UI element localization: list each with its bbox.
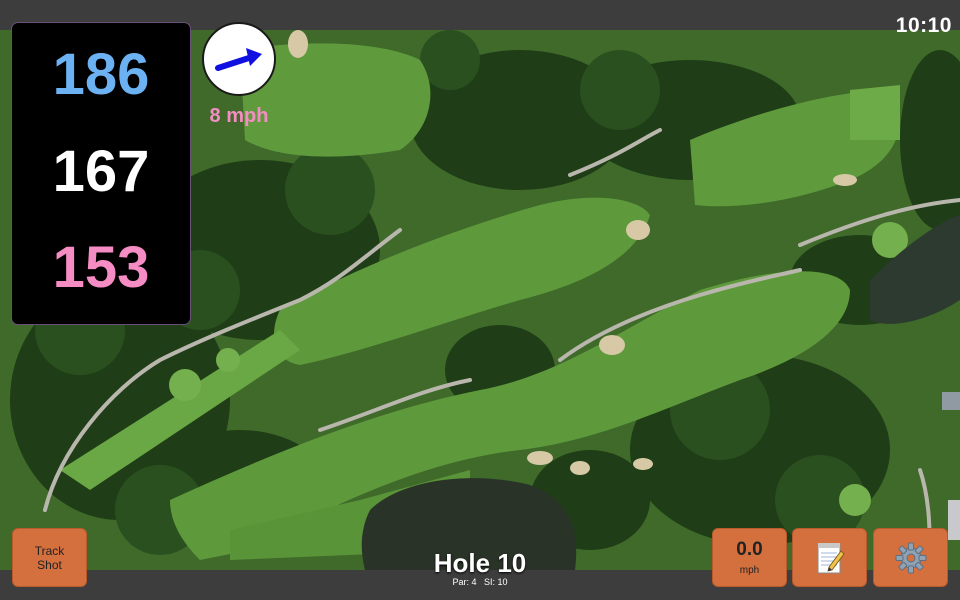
- hole-title: Hole 10: [433, 548, 527, 578]
- notes-button[interactable]: [792, 528, 867, 587]
- gear-icon: [895, 542, 926, 573]
- track-shot-label-line2: Shot: [37, 557, 62, 572]
- distance-panel: 186 167 153: [11, 22, 191, 325]
- speed-unit: mph: [739, 565, 760, 576]
- si-label: SI: 10: [484, 577, 508, 587]
- clock: 10:10: [895, 14, 952, 37]
- hole-info: Par: 4 SI: 10: [380, 577, 580, 587]
- distance-front: 153: [52, 235, 150, 300]
- settings-button[interactable]: [873, 528, 948, 587]
- track-shot-label-line1: Track: [34, 543, 65, 558]
- wind-speed-label: 8 mph: [209, 105, 269, 127]
- speed-value: 0.0: [736, 539, 763, 560]
- distance-back: 186: [52, 42, 150, 107]
- speed-button[interactable]: 0.0 mph: [712, 528, 787, 587]
- track-shot-button[interactable]: Track Shot: [12, 528, 87, 587]
- distance-middle: 167: [52, 139, 150, 204]
- par-label: Par: 4: [452, 577, 477, 587]
- wind-arrow-icon: [215, 48, 262, 71]
- wind-indicator: [202, 22, 276, 96]
- notepad-icon: [817, 542, 845, 573]
